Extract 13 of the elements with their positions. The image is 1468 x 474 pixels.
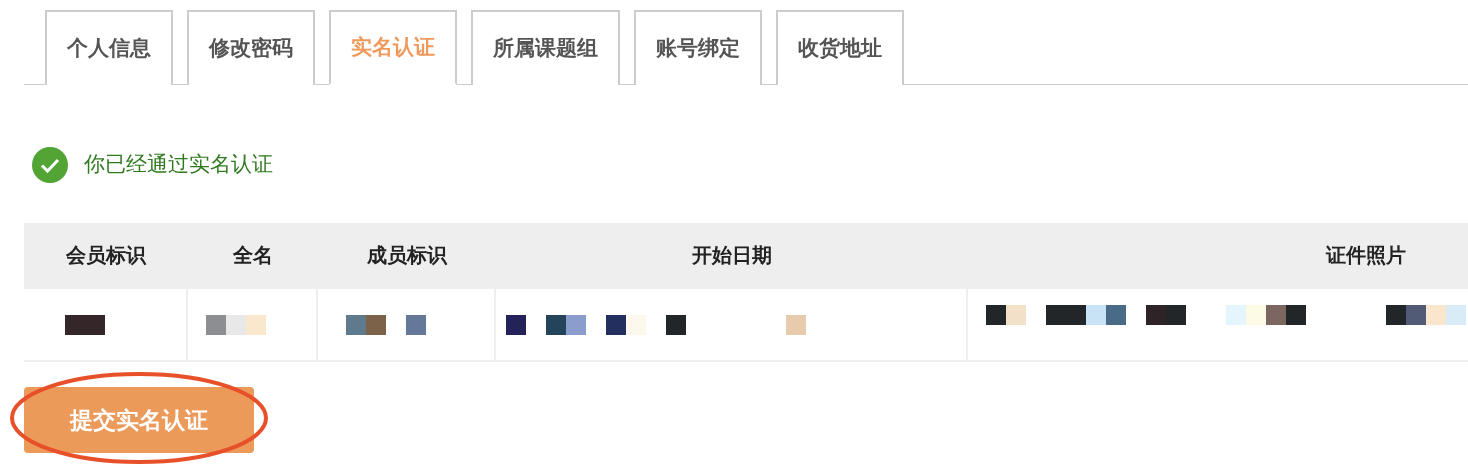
status-message: 你已经通过实名认证 <box>84 151 273 179</box>
tab[interactable]: 修改密码 <box>187 10 315 85</box>
redacted-drawing <box>65 314 105 335</box>
column-header: 证件照片 <box>1326 242 1406 269</box>
column-header: 成员标识 <box>367 242 447 269</box>
tab[interactable]: 收货地址 <box>776 10 904 85</box>
tab[interactable]: 账号绑定 <box>634 10 762 85</box>
tab[interactable]: 所属课题组 <box>471 10 620 85</box>
column-header: 全名 <box>233 242 273 269</box>
column-header: 会员标识 <box>66 242 146 269</box>
column-header: 开始日期 <box>692 242 772 269</box>
tab[interactable]: 个人信息 <box>45 10 173 85</box>
redacted-drawing <box>206 314 266 335</box>
